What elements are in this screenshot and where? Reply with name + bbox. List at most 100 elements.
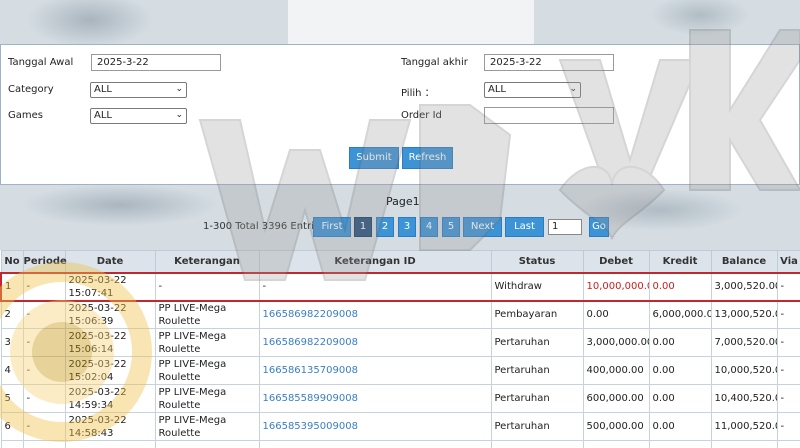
- cell-date: 2025-03-22 15:02:04: [64, 356, 156, 385]
- cell-status: Pertaruhan: [490, 356, 584, 385]
- cell-periode: -: [22, 271, 66, 302]
- cell-date: 2025-03-22 14:58:43: [64, 412, 156, 441]
- cell-date-line-2: 15:02:04: [68, 371, 114, 383]
- cell-keterangan: PP LIVE-Mega Roulette: [154, 328, 260, 357]
- col-header-kredit: Kredit: [648, 250, 712, 273]
- cell-status: [490, 440, 584, 448]
- games-label: Games: [8, 110, 43, 121]
- category-select-value: ALL: [94, 84, 112, 95]
- cell-balance: 10,400,520.00: [710, 384, 778, 413]
- cell-keterangan-id[interactable]: 166586982209008: [258, 328, 492, 357]
- cell-no: 5: [0, 384, 24, 413]
- cell-periode: -: [22, 384, 66, 413]
- cell-no: 4: [0, 356, 24, 385]
- page-button-5[interactable]: 5: [442, 217, 460, 237]
- table-row[interactable]: 1-2025-03-22 15:07:41- - Withdraw 10,000,000…: [0, 271, 800, 302]
- cell-status: Pertaruhan: [490, 384, 584, 413]
- cell-keterangan-id[interactable]: 166585589909008: [258, 384, 492, 413]
- table-row[interactable]: 5-2025-03-22 14:59:34 PP LIVE-Mega Roulette…: [0, 384, 800, 413]
- cell-kredit: 0.00: [648, 384, 712, 413]
- cell-balance: 11,000,520.00: [710, 412, 778, 441]
- first-page-button[interactable]: First: [313, 217, 351, 237]
- page-button-2[interactable]: 2: [376, 217, 394, 237]
- cell-debet: 0.00: [582, 300, 650, 329]
- col-header-debet: Debet: [582, 250, 650, 273]
- tanggal-awal-input[interactable]: 2025-3-22: [91, 54, 221, 71]
- cell-keterangan-id[interactable]: 166585395009008: [258, 412, 492, 441]
- cell-kredit: 0.00: [648, 412, 712, 441]
- games-select-value: ALL: [94, 110, 112, 121]
- cell-via: -: [776, 384, 800, 413]
- next-page-button[interactable]: Next: [463, 217, 502, 237]
- cell-keterangan-line-2: Roulette: [158, 315, 201, 327]
- page-button-4[interactable]: 4: [420, 217, 438, 237]
- table-row[interactable]: 4-2025-03-22 15:02:04 PP LIVE-Mega Roulette…: [0, 356, 800, 385]
- cell-date-line-1: 2025-03-22: [68, 414, 127, 426]
- games-select[interactable]: ALL ⌄: [90, 108, 187, 124]
- chevron-down-icon: ⌄: [569, 84, 577, 94]
- cell-keterangan: -: [154, 271, 260, 302]
- cell-date-line-1: 2025-03-22: [68, 358, 127, 370]
- cell-keterangan-line-1: PP LIVE-Mega: [158, 386, 227, 398]
- tanggal-akhir-input[interactable]: 2025-3-22: [484, 54, 614, 71]
- cell-keterangan-line-1: PP LIVE-Mega: [158, 414, 227, 426]
- cell-keterangan-id[interactable]: 166586982209008: [258, 300, 492, 329]
- goto-page-input[interactable]: 1: [548, 219, 582, 235]
- cell-keterangan-line-1: -: [158, 281, 163, 292]
- table-row[interactable]: 2025-03-22PP LIVE-Mega: [0, 440, 800, 448]
- cell-keterangan-id[interactable]: [258, 440, 492, 448]
- tanggal-awal-label: Tanggal Awal: [8, 57, 74, 68]
- cell-balance: [710, 440, 778, 448]
- cell-date-line-1: 2025-03-22: [68, 330, 127, 342]
- table-row[interactable]: 3-2025-03-22 15:06:14 PP LIVE-Mega Roulette…: [0, 328, 800, 357]
- cell-via: -: [776, 271, 800, 302]
- cell-debet: 500,000.00: [582, 412, 650, 441]
- cell-kredit: 6,000,000.00: [648, 300, 712, 329]
- cell-kredit: 0.00: [648, 328, 712, 357]
- cell-date-line-2: 15:06:39: [68, 315, 114, 327]
- cell-date-line-2: 14:58:43: [68, 427, 114, 439]
- last-page-button[interactable]: Last: [505, 217, 544, 237]
- category-label: Category: [8, 84, 54, 95]
- cell-date: 2025-03-22 14:59:34: [64, 384, 156, 413]
- cell-keterangan-line-2: Roulette: [158, 427, 201, 439]
- total-entries-label: 1-300 Total 3396 Entri: [203, 221, 314, 232]
- page-button-3[interactable]: 3: [398, 217, 416, 237]
- col-header-via: Via: [776, 250, 800, 273]
- page-button-1[interactable]: 1: [354, 217, 372, 237]
- cell-date-line-1: 2025-03-22: [68, 274, 127, 286]
- cell-kredit: 0.00: [648, 356, 712, 385]
- go-button[interactable]: Go: [589, 217, 609, 237]
- cell-date-line-1: 2025-03-22: [68, 302, 127, 314]
- cell-no: 2: [0, 300, 24, 329]
- cell-via: [776, 440, 800, 448]
- order-id-label: Order Id: [401, 110, 442, 121]
- submit-button[interactable]: Submit: [349, 147, 399, 169]
- cell-date-line-2: 14:59:34: [68, 399, 114, 411]
- cell-debet: 400,000.00: [582, 356, 650, 385]
- table-row[interactable]: 2-2025-03-22 15:06:39 PP LIVE-Mega Roulette…: [0, 300, 800, 329]
- cell-no: 6: [0, 412, 24, 441]
- table-row[interactable]: 6-2025-03-22 14:58:43 PP LIVE-Mega Roulette…: [0, 412, 800, 441]
- refresh-button[interactable]: Refresh: [402, 147, 453, 169]
- cell-kredit: [648, 440, 712, 448]
- cell-keterangan: PP LIVE-Mega Roulette: [154, 356, 260, 385]
- pilih-select[interactable]: ALL ⌄: [484, 82, 581, 98]
- cell-periode: [22, 440, 66, 448]
- order-id-input[interactable]: [484, 107, 614, 124]
- cell-keterangan-line-2: Roulette: [158, 343, 201, 355]
- category-select[interactable]: ALL ⌄: [90, 82, 187, 98]
- cell-keterangan-id: -: [258, 271, 492, 302]
- col-header-no: No: [0, 250, 24, 273]
- cell-date: 2025-03-22: [64, 440, 156, 448]
- cell-date: 2025-03-22 15:07:41: [64, 271, 156, 302]
- col-header-date: Date: [64, 250, 156, 273]
- cell-balance: 10,000,520.00: [710, 356, 778, 385]
- cell-keterangan-id[interactable]: 166586135709008: [258, 356, 492, 385]
- cell-keterangan: PP LIVE-Mega Roulette: [154, 384, 260, 413]
- cell-kredit: 0.00: [648, 271, 712, 302]
- cell-debet: 600,000.00: [582, 384, 650, 413]
- cell-status: Pembayaran: [490, 300, 584, 329]
- col-header-keterangan-id: Keterangan ID: [258, 250, 492, 273]
- pilih-label: Pilih ：: [401, 88, 435, 99]
